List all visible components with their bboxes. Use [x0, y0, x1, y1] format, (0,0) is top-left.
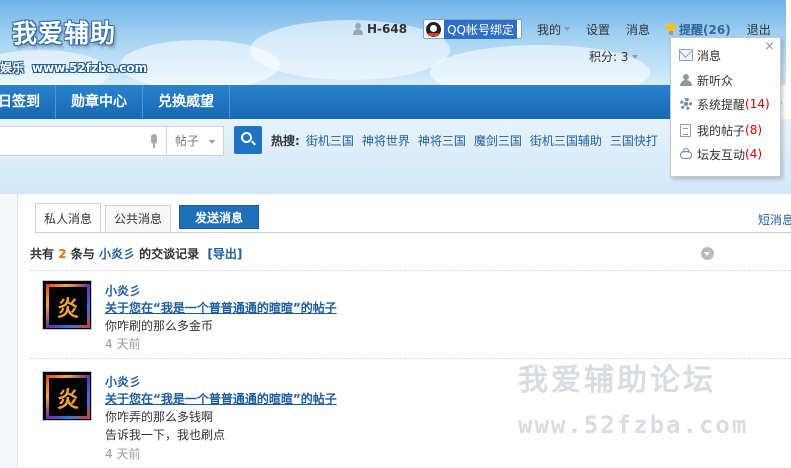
site-logo[interactable]: 我爱辅助	[12, 14, 116, 50]
conversation-summary: 共有 2 条与 小炎彡 的交谈记录 [导出]	[30, 245, 242, 262]
score-menu[interactable]: 积分: 3	[589, 48, 638, 65]
score-label: 积分: 3	[589, 50, 629, 64]
dropdown-item-system[interactable]: 系统提醒 (14)	[679, 94, 770, 114]
summary-middle: 条与	[70, 247, 95, 261]
message-sender[interactable]: 小炎彡	[105, 373, 141, 390]
hot-search-link[interactable]: 三国快打	[610, 132, 658, 149]
hot-search-link[interactable]: 神将三国	[418, 132, 466, 149]
message-body: 你咋刷的那么多金币	[105, 317, 213, 335]
search-input[interactable]	[0, 126, 166, 156]
divider	[30, 270, 791, 271]
dropdown-item-count: (8)	[745, 123, 763, 137]
avatar[interactable]: 炎	[42, 371, 92, 421]
nav-item-medals[interactable]: 勋章中心	[56, 85, 143, 119]
left-sidebar-edge	[0, 194, 18, 468]
chevron-down-icon	[631, 54, 638, 59]
dropdown-item-count: (14)	[745, 97, 770, 111]
avatar-glyph: 炎	[56, 296, 79, 322]
gear-icon	[679, 98, 693, 110]
tab-private-messages[interactable]: 私人消息	[35, 203, 102, 233]
search-icon-handle	[251, 140, 256, 146]
dropdown-item-label: 我的帖子	[697, 123, 746, 138]
summary-prefix: 共有	[30, 247, 55, 261]
settings-link[interactable]: 设置	[586, 21, 610, 38]
nav-item-checkin[interactable]: 日签到	[0, 85, 56, 119]
dropdown-item-label: 坛友互动	[697, 147, 746, 162]
qq-bind-button[interactable]: QQ帐号绑定	[423, 19, 522, 39]
message-sender[interactable]: 小炎彡	[105, 282, 141, 299]
user-icon	[352, 23, 364, 35]
message-body-line: 告诉我一下，我也刷点	[105, 428, 226, 442]
logout-link[interactable]: 退出	[747, 21, 771, 38]
short-message-link[interactable]: 短消息	[758, 211, 791, 228]
username: H-648	[367, 22, 408, 36]
avatar-glyph: 炎	[56, 387, 79, 413]
my-menu-label: 我的	[536, 22, 561, 37]
chevron-down-icon	[564, 27, 570, 31]
envelope-icon	[679, 49, 693, 61]
hot-search: 热搜: 街机三国 神将世界 神将三国 魔剑三国 街机三国辅助 三国快打	[271, 132, 666, 149]
dropdown-item-count: (4)	[745, 147, 763, 161]
dropdown-item-messages[interactable]: 消息	[679, 45, 721, 65]
export-link[interactable]: [导出]	[207, 247, 242, 261]
username-link[interactable]: H-648	[352, 22, 407, 36]
site-logo-url: 娱乐 www.52fzba.com	[0, 59, 147, 76]
collapse-icon[interactable]	[701, 247, 714, 260]
remind-label: 提醒(26)	[679, 22, 731, 37]
logo-url-text: www.52fzba.com	[32, 61, 148, 75]
messages-link[interactable]: 消息	[626, 21, 650, 38]
tabs-divider	[35, 232, 791, 233]
message-subject[interactable]: 关于您在“我是一个普普通通的暄暄”的帖子	[105, 390, 337, 407]
message-item: 炎 小炎彡 关于您在“我是一个普普通通的暄暄”的帖子 你咋弄的那么多钱啊 告诉我…	[42, 371, 742, 461]
user-toolbar: H-648 QQ帐号绑定 我的 设置 消息 提醒(26) 退出	[352, 19, 787, 39]
message-body-line: 你咋刷的那么多金币	[105, 319, 214, 333]
search-type-label: 帖子	[175, 134, 200, 148]
divider	[30, 358, 791, 359]
dropdown-item-followers[interactable]: 新听众	[679, 70, 733, 90]
message-subject[interactable]: 关于您在“我是一个普普通通的暄暄”的帖子	[105, 299, 337, 316]
search-button[interactable]	[234, 126, 262, 154]
header-edge	[786, 0, 791, 85]
message-tabs: 私人消息 公共消息 发送消息	[35, 203, 260, 233]
hot-search-label: 热搜:	[271, 134, 300, 148]
my-menu[interactable]: 我的	[537, 21, 570, 38]
summary-suffix: 的交谈记录	[139, 247, 200, 261]
message-body-line: 你咋弄的那么多钱啊	[105, 410, 214, 424]
dropdown-item-label: 系统提醒	[697, 97, 746, 112]
summary-user-link[interactable]: 小炎彡	[99, 247, 135, 261]
notification-dropdown: × 消息 新听众 系统提醒 (14) 我的帖子 (8) 坛友互动 (4)	[670, 37, 781, 177]
close-icon[interactable]: ×	[764, 39, 775, 54]
message-time: 4 天前	[105, 337, 141, 351]
tab-public-messages[interactable]: 公共消息	[105, 205, 172, 233]
chevron-down-icon	[209, 140, 215, 144]
cloud-icon	[679, 148, 693, 160]
message-time: 4 天前	[105, 447, 141, 461]
logo-fragment: 娱乐	[0, 61, 25, 75]
search-type-select[interactable]: 帖子	[166, 126, 224, 156]
dropdown-item-label: 新听众	[697, 73, 734, 88]
avatar[interactable]: 炎	[42, 280, 92, 330]
document-icon	[680, 123, 691, 137]
microphone-icon[interactable]	[150, 134, 158, 148]
bulb-icon	[666, 23, 677, 35]
message-body: 你咋弄的那么多钱啊 告诉我一下，我也刷点	[105, 408, 225, 444]
dropdown-item-label: 消息	[697, 48, 722, 63]
hot-search-link[interactable]: 魔剑三国	[474, 132, 522, 149]
hot-search-link[interactable]: 街机三国辅助	[530, 132, 602, 149]
send-message-button[interactable]: 发送消息	[179, 205, 260, 229]
dropdown-item-interaction[interactable]: 坛友互动 (4)	[679, 144, 762, 164]
qq-icon	[426, 21, 442, 37]
remind-link[interactable]: 提醒(26)	[666, 21, 731, 38]
message-item: 炎 小炎彡 关于您在“我是一个普普通通的暄暄”的帖子 你咋刷的那么多金币 4 天…	[42, 280, 742, 351]
hot-search-link[interactable]: 街机三国	[306, 132, 354, 149]
dropdown-item-my-posts[interactable]: 我的帖子 (8)	[679, 120, 762, 140]
summary-count: 2	[58, 247, 67, 261]
person-icon	[679, 74, 693, 86]
nav-item-exchange[interactable]: 兑换威望	[143, 85, 230, 119]
qq-bind-label: QQ帐号绑定	[444, 19, 517, 39]
message-panel: 私人消息 公共消息 发送消息 短消息 共有 2 条与 小炎彡 的交谈记录 [导出…	[18, 194, 791, 468]
hot-search-link[interactable]: 神将世界	[362, 132, 410, 149]
